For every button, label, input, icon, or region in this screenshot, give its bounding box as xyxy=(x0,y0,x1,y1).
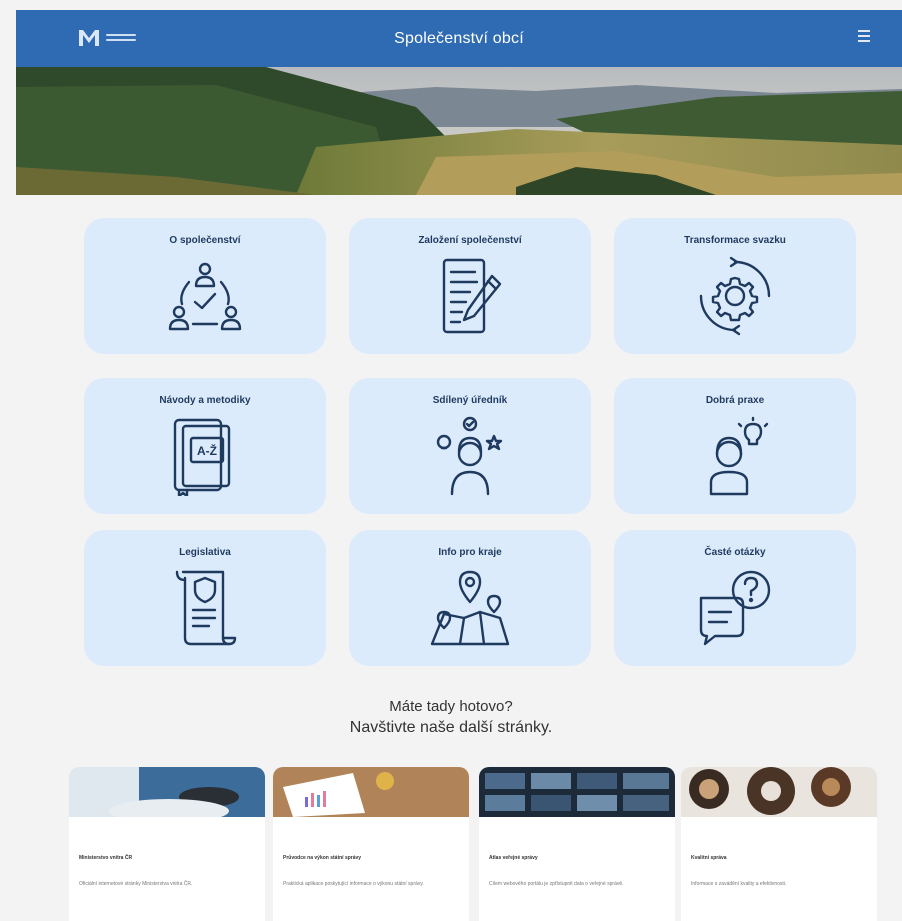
people-network-icon xyxy=(168,262,242,331)
tile-legislativa[interactable]: Legislativa xyxy=(84,530,326,666)
card-title: Průvodce na výkon státní správy xyxy=(283,855,362,861)
link-card-atlas[interactable]: Atlas veřejné správy Cílem webového port… xyxy=(479,767,675,921)
card-image-screens xyxy=(479,767,675,817)
chat-question-icon xyxy=(699,570,771,646)
tile-o-spolecenstvi[interactable]: O společenství xyxy=(84,218,326,354)
hamburger-menu-button[interactable] xyxy=(858,30,870,46)
cta-subheading: Navštivte naše další stránky. xyxy=(349,719,553,736)
logo-mark-icon xyxy=(79,30,99,46)
tile-sdileny-urednik[interactable]: Sdílený úředník xyxy=(349,378,591,514)
hero-landscape-image xyxy=(16,67,902,195)
officer-ideas-icon xyxy=(436,416,503,496)
tile-label: Transformace svazku xyxy=(684,235,786,246)
tile-caste-otazky[interactable]: Časté otázky xyxy=(614,530,856,666)
card-title: Ministerstvo vnitra ČR xyxy=(79,855,133,861)
tile-label: Info pro kraje xyxy=(438,547,502,558)
gear-cycle-icon xyxy=(699,256,771,336)
card-title: Atlas veřejné správy xyxy=(489,855,538,861)
card-description: Oficiální internetové stránky Ministerst… xyxy=(79,881,193,887)
tile-label: Dobrá praxe xyxy=(705,395,765,406)
link-card-kvalitni-sprava[interactable]: Kvalitní správa Informace o zavádění kva… xyxy=(681,767,877,921)
cta-section: Máte tady hotovo? Navštivte naše další s… xyxy=(0,697,902,739)
link-card-pruvodce[interactable]: Průvodce na výkon státní správy Praktick… xyxy=(273,767,469,921)
svg-text:A-Ž: A-Ž xyxy=(197,443,217,458)
card-image-coffee xyxy=(681,767,877,817)
card-description: Cílem webového portálu je zpřístupnit da… xyxy=(489,881,624,887)
page-wrapper: Společenství obcí xyxy=(16,10,902,195)
tile-label: Návody a metodiky xyxy=(159,395,251,406)
card-description: Informace o zavádění kvality a efektivno… xyxy=(691,881,787,887)
scroll-law-icon xyxy=(175,570,237,646)
tile-dobra-praxe[interactable]: Dobrá praxe xyxy=(614,378,856,514)
tile-label: Časté otázky xyxy=(704,547,766,558)
logo-wordmark xyxy=(106,33,136,41)
site-logo[interactable] xyxy=(78,26,136,48)
tile-transformace-svazku[interactable]: Transformace svazku xyxy=(614,218,856,354)
card-title: Kvalitní správa xyxy=(691,855,727,861)
cta-heading: Máte tady hotovo? xyxy=(389,698,513,715)
tile-zalozeni-spolecenstvi[interactable]: Založení společenství xyxy=(349,218,591,354)
card-image-desk-chart xyxy=(273,767,469,817)
tile-label: O společenství xyxy=(169,235,241,246)
tile-info-pro-kraje[interactable]: Info pro kraje xyxy=(349,530,591,666)
card-image-laptop xyxy=(69,767,265,817)
tile-label: Sdílený úředník xyxy=(432,395,508,406)
tile-label: Založení společenství xyxy=(418,235,522,246)
link-card-ministerstvo[interactable]: Ministerstvo vnitra ČR Oficiální interne… xyxy=(69,767,265,921)
site-title: Společenství obcí xyxy=(394,29,524,47)
book-az-icon: A-Ž xyxy=(173,418,231,496)
person-lightbulb-icon xyxy=(709,416,769,496)
tile-label: Legislativa xyxy=(179,547,231,558)
hamburger-icon xyxy=(858,30,870,32)
card-description: Praktická aplikace poskytující informace… xyxy=(283,881,424,887)
tile-navody-a-metodiky[interactable]: Návody a metodiky A-Ž xyxy=(84,378,326,514)
map-pins-icon xyxy=(430,570,510,646)
document-pen-icon xyxy=(442,258,502,334)
site-header: Společenství obcí xyxy=(16,10,902,67)
